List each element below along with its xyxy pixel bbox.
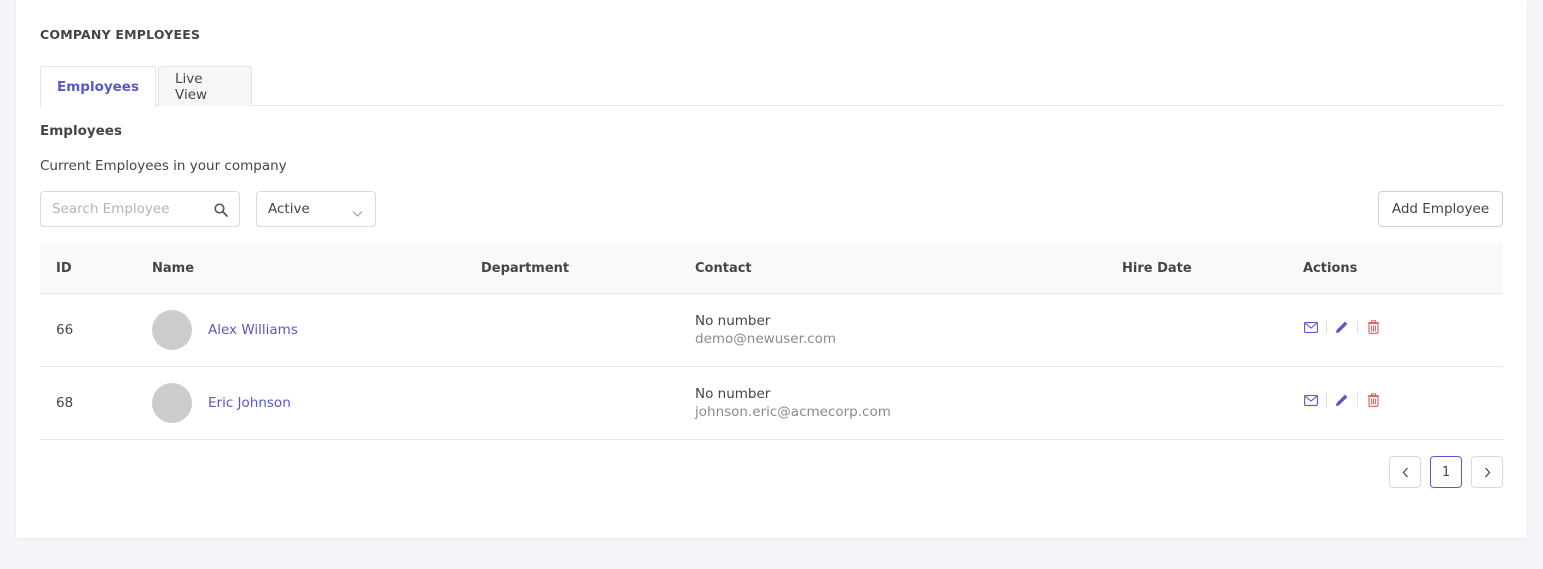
row-actions xyxy=(1303,319,1381,335)
chevron-left-icon xyxy=(1402,467,1408,477)
divider xyxy=(1326,320,1327,334)
next-page-button[interactable] xyxy=(1471,456,1503,488)
employee-email: demo@newuser.com xyxy=(695,331,837,347)
search-box xyxy=(40,191,240,227)
section-subtitle: Current Employees in your company xyxy=(40,158,287,174)
column-header-id: ID xyxy=(56,261,72,276)
mail-icon[interactable] xyxy=(1303,319,1319,335)
employee-phone: No number xyxy=(695,386,771,402)
edit-pencil-icon[interactable] xyxy=(1334,392,1350,408)
employees-card: COMPANY EMPLOYEES Employees Live View Em… xyxy=(16,0,1527,538)
employees-table: ID Name Department Contact Hire Date Act… xyxy=(40,243,1503,440)
column-header-actions: Actions xyxy=(1303,261,1358,276)
edit-pencil-icon[interactable] xyxy=(1334,319,1350,335)
column-header-name: Name xyxy=(152,261,195,276)
status-select[interactable]: Active xyxy=(256,191,376,227)
table-row: 66 Alex Williams No number demo@newuser.… xyxy=(40,294,1503,367)
chevron-right-icon xyxy=(1484,467,1490,477)
status-select-value: Active xyxy=(268,201,310,217)
table-row: 68 Eric Johnson No number johnson.eric@a… xyxy=(40,367,1503,440)
tab-bar: Employees Live View xyxy=(40,66,1503,107)
column-header-department: Department xyxy=(481,261,570,276)
mail-icon[interactable] xyxy=(1303,392,1319,408)
tab-live-view[interactable]: Live View xyxy=(158,66,253,106)
avatar xyxy=(152,383,192,423)
prev-page-button[interactable] xyxy=(1389,456,1421,488)
avatar xyxy=(152,310,192,350)
divider xyxy=(1357,393,1358,407)
search-input[interactable] xyxy=(41,192,201,226)
divider xyxy=(1357,320,1358,334)
search-icon[interactable] xyxy=(214,202,228,217)
divider xyxy=(1326,393,1327,407)
employee-email: johnson.eric@acmecorp.com xyxy=(695,404,891,420)
trash-icon[interactable] xyxy=(1365,392,1381,408)
trash-icon[interactable] xyxy=(1365,319,1381,335)
table-header: ID Name Department Contact Hire Date Act… xyxy=(40,243,1503,294)
section-title: Employees xyxy=(40,123,123,139)
column-header-hire-date: Hire Date xyxy=(1122,261,1192,276)
chevron-down-icon xyxy=(352,206,363,217)
add-employee-button[interactable]: Add Employee xyxy=(1378,191,1503,227)
tab-employees[interactable]: Employees xyxy=(40,66,157,107)
employee-name-link[interactable]: Alex Williams xyxy=(208,322,298,338)
column-header-contact: Contact xyxy=(695,261,752,276)
pagination: 1 xyxy=(1389,456,1503,488)
employee-name-link[interactable]: Eric Johnson xyxy=(208,395,291,411)
page-title: COMPANY EMPLOYEES xyxy=(40,27,201,42)
employee-id: 66 xyxy=(56,322,74,338)
page-number-button[interactable]: 1 xyxy=(1430,456,1462,488)
employee-id: 68 xyxy=(56,395,74,411)
row-actions xyxy=(1303,392,1381,408)
employee-phone: No number xyxy=(695,313,771,329)
